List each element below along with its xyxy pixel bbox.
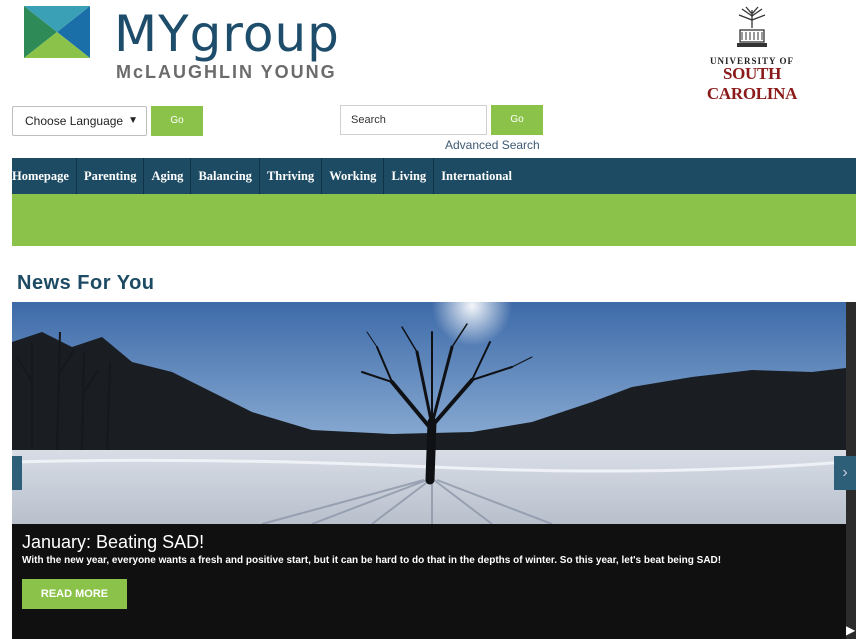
search-go-button[interactable]: Go (491, 105, 543, 135)
slide-title: January: Beating SAD! (22, 532, 205, 552)
green-banner (12, 194, 856, 246)
chevron-down-icon: ▼ (128, 115, 138, 126)
play-icon[interactable]: ▶ (846, 622, 856, 638)
nav-item-homepage[interactable]: Homepage (12, 158, 77, 194)
logo-subtitle: McLAUGHLIN YOUNG (116, 62, 337, 82)
winter-tree-image (12, 302, 846, 524)
slide-caption: January: Beating SAD! With the new year,… (12, 524, 846, 639)
main-nav: Homepage Parenting Aging Balancing Thriv… (12, 158, 856, 194)
news-slider[interactable]: January: Beating SAD! With the new year,… (12, 302, 846, 639)
slider-right-arrow-icon[interactable]: › (834, 456, 856, 490)
slide-text: With the new year, everyone wants a fres… (22, 555, 722, 566)
nav-item-living[interactable]: Living (384, 158, 435, 194)
usc-name: SOUTH CAROLINA (706, 64, 798, 103)
nav-item-parenting[interactable]: Parenting (77, 158, 145, 194)
mygroup-logo-mark-icon (24, 6, 90, 58)
language-go-button[interactable]: Go (151, 106, 203, 136)
logo-name: MYgroup (114, 5, 340, 63)
usc-logo[interactable]: UNIVERSITY OF SOUTH CAROLINA (676, 6, 828, 103)
nav-item-international[interactable]: International (434, 158, 519, 194)
nav-item-aging[interactable]: Aging (144, 158, 192, 194)
search-input[interactable]: Search (340, 105, 487, 135)
slider-left-arrow-icon[interactable] (12, 456, 22, 490)
advanced-search-link[interactable]: Advanced Search (445, 138, 540, 152)
read-more-button[interactable]: READ MORE (22, 579, 127, 609)
language-select[interactable]: Choose Language ▼ (12, 106, 147, 136)
usc-crest-icon (737, 6, 767, 47)
language-select-value: Choose Language (25, 114, 124, 128)
nav-item-working[interactable]: Working (322, 158, 385, 194)
nav-item-thriving[interactable]: Thriving (260, 158, 323, 194)
mygroup-logo[interactable]: MYgroup McLAUGHLIN YOUNG (24, 5, 364, 86)
nav-item-balancing[interactable]: Balancing (191, 158, 260, 194)
section-title: News For You (17, 272, 155, 294)
